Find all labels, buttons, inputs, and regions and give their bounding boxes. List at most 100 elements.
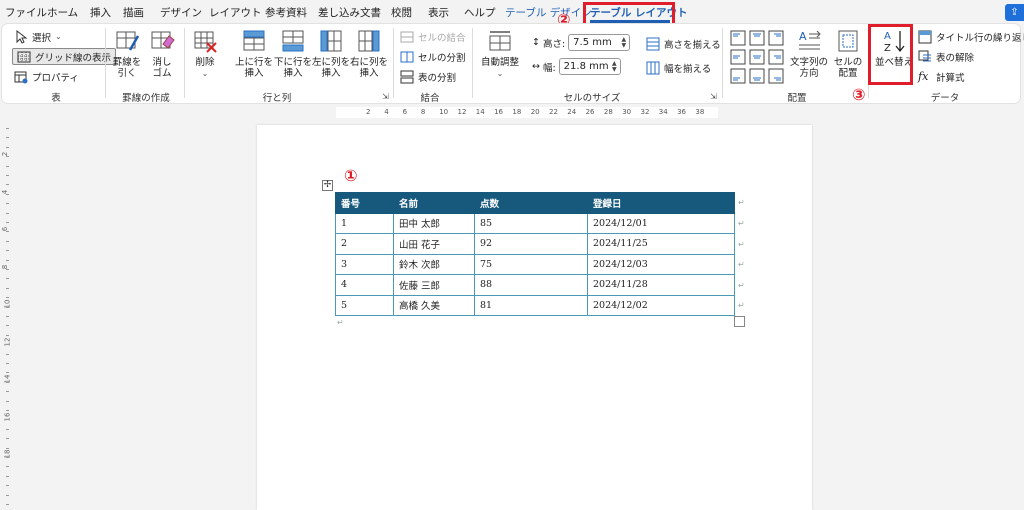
table-cell[interactable]: 田中 太郎 — [393, 212, 475, 234]
table-cell[interactable]: 92 — [474, 233, 588, 255]
table-cell[interactable]: 2024/11/25 — [587, 233, 735, 255]
table-cell[interactable]: 1 — [335, 212, 394, 234]
table-cell[interactable]: 3 — [335, 253, 394, 275]
table-cell[interactable]: 2024/12/03 — [587, 253, 735, 275]
table-cell[interactable]: 2024/11/28 — [587, 274, 735, 296]
score-table[interactable]: 番号 名前 点数 登録日 1 田中 太郎 85 2024/12/01 2 山田 … — [335, 192, 735, 316]
table-cell[interactable]: 88 — [474, 274, 588, 296]
distribute-rows-button[interactable]: 高さを揃える — [646, 35, 721, 52]
distribute-columns-button[interactable]: 幅を揃える — [646, 59, 711, 76]
align-middle-center-icon[interactable] — [749, 49, 765, 65]
ruler-tick — [6, 128, 9, 129]
table-cell[interactable]: 佐藤 三郎 — [393, 274, 475, 296]
tab-mailings[interactable]: 差し込み文書 — [318, 5, 381, 20]
delete-button[interactable]: 削除 ⌄ — [191, 28, 219, 79]
align-bottom-left-icon[interactable] — [730, 68, 746, 84]
group-label-table: 表 — [51, 93, 61, 104]
row-height-icon: ↕ — [532, 37, 540, 48]
split-table-label: 表の分割 — [418, 72, 457, 84]
group-label-rows-columns: 行と列 — [262, 93, 292, 104]
cell-size-launcher-icon[interactable]: ⇲ — [710, 92, 717, 101]
table-cell[interactable]: 山田 花子 — [393, 233, 475, 255]
header-cell-date[interactable]: 登録日 — [587, 192, 735, 214]
repeat-header-rows-button[interactable]: タイトル行の繰り返し — [918, 28, 1024, 45]
tab-layout[interactable]: レイアウト — [209, 5, 262, 20]
split-table-button[interactable]: 表の分割 — [400, 68, 456, 85]
cell-margins-button[interactable]: セルの 配置 — [833, 28, 863, 79]
table-cell[interactable]: 鈴木 次郎 — [393, 253, 475, 275]
ruler-tick — [6, 325, 9, 327]
ruler-number: 12 — [457, 108, 467, 116]
row-end-mark: ↵ — [738, 219, 745, 228]
table-cell[interactable]: 81 — [474, 294, 588, 316]
table-cell[interactable]: 75 — [474, 253, 588, 275]
split-cells-button[interactable]: セルの分割 — [400, 48, 466, 65]
align-top-right-icon[interactable] — [768, 30, 784, 46]
row-end-mark: ↵ — [738, 240, 745, 249]
column-width-input[interactable]: 21.8 mm ▲ ▼ — [558, 58, 621, 75]
table-cell[interactable]: 2 — [335, 233, 394, 255]
tab-design[interactable]: デザイン — [160, 5, 202, 20]
ruler-number: 4 — [384, 108, 389, 116]
insert-above-button[interactable]: 上に行を 挿入 — [235, 28, 273, 79]
tab-references[interactable]: 参考資料 — [265, 5, 307, 20]
align-top-center-icon[interactable] — [749, 30, 765, 46]
text-direction-button[interactable]: A 文字列の 方向 — [787, 28, 831, 79]
table-cell[interactable]: 高橋 久美 — [393, 294, 475, 316]
table-move-handle-icon[interactable]: ✢ — [322, 180, 333, 191]
row-height-input[interactable]: 7.5 mm ▲ ▼ — [568, 34, 631, 51]
tab-draw[interactable]: 描画 — [123, 5, 144, 20]
ruler-tick — [6, 410, 9, 411]
eraser-button[interactable]: 消し ゴム — [148, 28, 176, 79]
insert-left-button[interactable]: 左に列を 挿入 — [312, 28, 350, 79]
tab-view[interactable]: 表示 — [428, 5, 449, 20]
table-cell[interactable]: 2024/12/02 — [587, 294, 735, 316]
convert-to-text-button[interactable]: 表の解除 — [918, 48, 974, 65]
formula-fx-icon: fx — [918, 69, 929, 83]
properties-button[interactable]: プロパティ — [14, 68, 79, 85]
align-bottom-right-icon[interactable] — [768, 68, 784, 84]
table-resize-handle[interactable] — [734, 316, 745, 327]
draw-table-button[interactable]: 罫線を 引く — [112, 28, 142, 79]
ruler-tick — [6, 269, 9, 270]
share-icon[interactable]: ⇪ — [1005, 4, 1024, 21]
view-gridlines-button[interactable]: グリッド線の表示 — [12, 48, 117, 65]
header-cell-number[interactable]: 番号 — [335, 192, 394, 214]
insert-below-button[interactable]: 下に行を 挿入 — [274, 28, 312, 79]
ruler-tick — [6, 156, 9, 158]
table-cell[interactable]: 85 — [474, 212, 588, 234]
select-button[interactable]: 選択 ⌄ — [14, 28, 62, 45]
tab-file[interactable]: ファイル — [5, 5, 47, 20]
rows-columns-launcher-icon[interactable]: ⇲ — [382, 92, 389, 101]
ruler-tick — [6, 306, 9, 308]
header-cell-name[interactable]: 名前 — [393, 192, 475, 214]
group-label-merge: 結合 — [420, 93, 440, 104]
formula-button[interactable]: fx 計算式 — [918, 68, 965, 85]
tab-insert[interactable]: 挿入 — [90, 5, 111, 20]
align-middle-right-icon[interactable] — [768, 49, 784, 65]
cursor-arrow-icon — [16, 29, 28, 44]
tab-help[interactable]: ヘルプ — [464, 5, 496, 20]
merge-cells-button[interactable]: セルの結合 — [400, 28, 466, 45]
table-cell[interactable]: 4 — [335, 274, 394, 296]
spinner-icon[interactable]: ▲ ▼ — [622, 36, 630, 49]
header-cell-score[interactable]: 点数 — [474, 192, 588, 214]
merge-cells-label: セルの結合 — [418, 32, 466, 44]
insert-right-button[interactable]: 右に列を 挿入 — [350, 28, 388, 79]
ruler-number: 6 — [402, 108, 408, 116]
table-row: 3 鈴木 次郎 75 2024/12/03 — [335, 253, 735, 275]
align-top-left-icon[interactable] — [730, 30, 746, 46]
table-cell[interactable]: 2024/12/01 — [587, 212, 735, 234]
autofit-button[interactable]: 自動調整 ⌄ — [478, 28, 522, 79]
table-cell[interactable]: 5 — [335, 294, 394, 316]
tab-review[interactable]: 校閲 — [391, 5, 412, 20]
align-middle-left-icon[interactable] — [730, 49, 746, 65]
tab-home[interactable]: ホーム — [47, 5, 78, 20]
ruler-tick — [6, 278, 9, 280]
ruler-number: 14 — [475, 108, 485, 116]
align-bottom-center-icon[interactable] — [749, 68, 765, 84]
tab-table-design[interactable]: テーブル デザイン — [505, 5, 592, 20]
ruler-tick — [6, 184, 9, 186]
autofit-icon — [489, 31, 511, 51]
spinner-icon[interactable]: ▲ ▼ — [612, 60, 620, 73]
